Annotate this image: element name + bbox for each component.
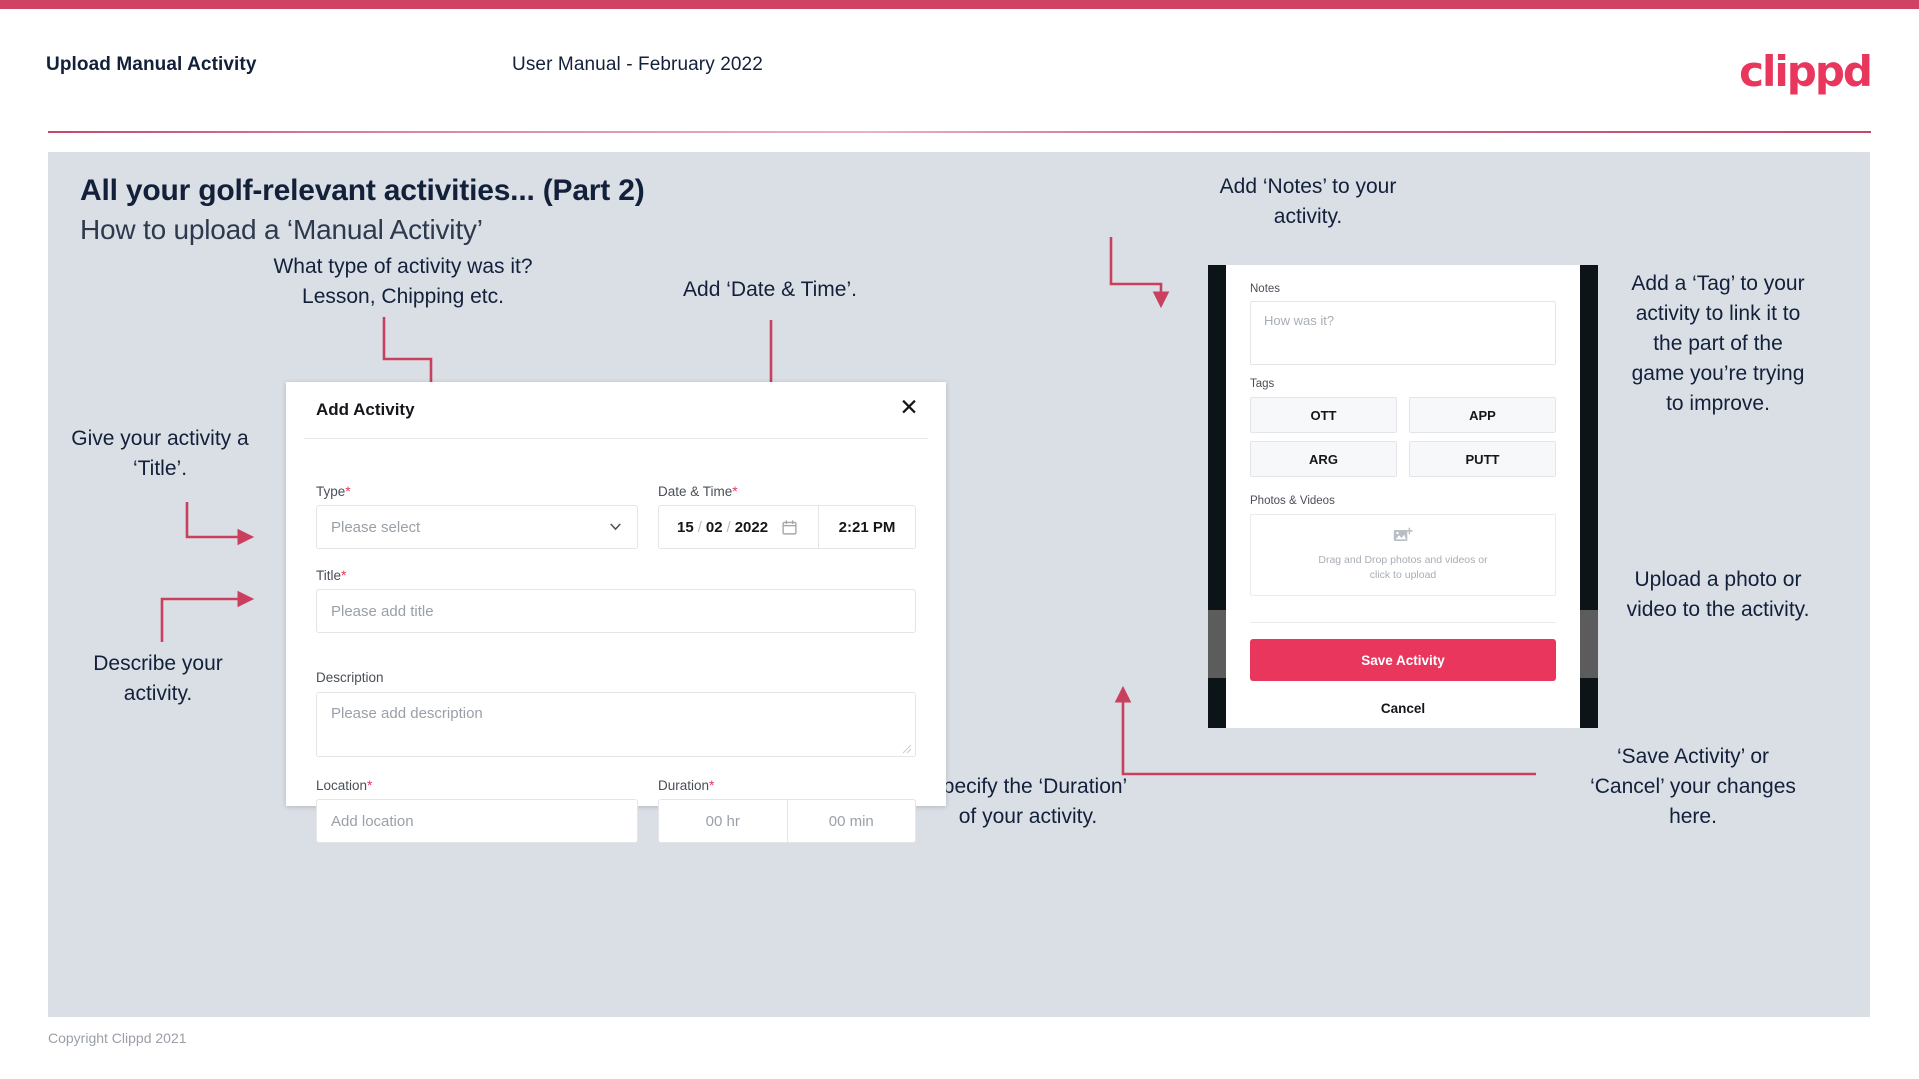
location-placeholder: Add location — [331, 812, 414, 830]
device-frame-right — [1580, 265, 1598, 728]
tag-button-app[interactable]: APP — [1409, 397, 1556, 433]
datetime-label-text: Date & Time — [658, 484, 733, 499]
title-label: Title* — [316, 567, 346, 583]
chevron-down-icon — [610, 523, 621, 531]
annotation-notes: Add ‘Notes’ to your activity. — [1219, 175, 1397, 228]
date-sep-1: / — [697, 518, 702, 536]
time-value: 2:21 PM — [838, 518, 896, 536]
mobile-divider — [1250, 622, 1556, 623]
dialog-title: Add Activity — [316, 400, 415, 419]
slide-canvas: All your golf-relevant activities... (Pa… — [48, 152, 1870, 1017]
dialog-divider — [304, 438, 928, 439]
date-sep-2: / — [726, 518, 731, 536]
duration-minutes-placeholder: 00 min — [828, 812, 874, 830]
duration-required-asterisk: * — [709, 777, 715, 793]
annotation-title: Give your activity a ‘Title’. — [71, 427, 249, 480]
duration-hours-input[interactable]: 00 hr — [659, 800, 787, 842]
location-required-asterisk: * — [367, 777, 373, 793]
location-label-text: Location — [316, 778, 368, 793]
resize-handle-icon[interactable] — [902, 744, 912, 754]
duration-label-text: Duration — [658, 778, 710, 793]
title-label-text: Title — [316, 568, 342, 583]
description-textarea[interactable]: Please add description — [316, 692, 916, 757]
type-select[interactable]: Please select — [316, 505, 638, 549]
annotation-description: Describe your activity. — [93, 652, 223, 705]
mobile-notes-input[interactable]: How was it? — [1250, 301, 1556, 365]
footer-copyright: Copyright Clippd 2021 — [48, 1030, 187, 1046]
title-placeholder: Please add title — [331, 602, 434, 620]
time-input[interactable]: 2:21 PM — [819, 506, 915, 548]
annotation-datetime: Add ‘Date & Time’. — [683, 278, 857, 301]
mobile-dropzone-text: Drag and Drop photos and videos or click… — [1318, 554, 1488, 581]
duration-minutes-input[interactable]: 00 min — [786, 800, 916, 842]
slide-subtitle: How to upload a ‘Manual Activity’ — [80, 214, 483, 245]
type-placeholder: Please select — [331, 518, 421, 536]
date-input[interactable]: 15 / 02 / 2022 — [659, 506, 819, 548]
dialog-header: Add Activity ✕ — [286, 382, 946, 438]
annotation-tags: Add a ‘Tag’ to your activity to link it … — [1631, 272, 1805, 415]
dialog-body: Type* Please select Date & Time* 15 / 02… — [286, 442, 946, 843]
date-day: 15 — [677, 518, 694, 536]
annotation-photos: Upload a photo or video to the activity. — [1626, 568, 1810, 621]
slide-page: Upload Manual Activity User Manual - Feb… — [0, 0, 1919, 1079]
clippd-logo: clippd — [1739, 47, 1873, 96]
mobile-tags-label: Tags — [1250, 378, 1275, 390]
title-required-asterisk: * — [341, 567, 347, 583]
type-required-asterisk: * — [345, 483, 351, 499]
duration-hours-placeholder: 00 hr — [705, 812, 740, 830]
title-input[interactable]: Please add title — [316, 589, 916, 633]
top-accent-bar — [0, 0, 1919, 9]
date-month: 02 — [705, 518, 723, 536]
tag-button-putt[interactable]: PUTT — [1409, 441, 1556, 477]
description-placeholder: Please add description — [331, 705, 483, 722]
slide-title: All your golf-relevant activities... (Pa… — [80, 174, 645, 207]
location-label: Location* — [316, 777, 373, 793]
type-label: Type* — [316, 483, 351, 499]
add-activity-dialog: Add Activity ✕ Type* Please select Date — [286, 382, 946, 843]
close-icon[interactable]: ✕ — [894, 392, 924, 422]
header-title: Upload Manual Activity — [46, 54, 257, 75]
type-label-text: Type — [316, 484, 346, 499]
cancel-button[interactable]: Cancel — [1250, 695, 1556, 721]
duration-label: Duration* — [658, 777, 714, 793]
calendar-icon[interactable] — [782, 519, 797, 535]
duration-group: 00 hr 00 min — [658, 799, 916, 843]
annotation-save: ‘Save Activity’ or ‘Cancel’ your changes… — [1590, 745, 1796, 828]
page-header: Upload Manual Activity User Manual - Feb… — [0, 9, 1919, 133]
date-year: 2022 — [734, 518, 769, 536]
description-label-text: Description — [316, 670, 384, 685]
description-label: Description — [316, 670, 384, 685]
device-frame-right-gray — [1580, 610, 1598, 678]
header-divider — [48, 131, 1871, 133]
add-image-icon — [1393, 527, 1413, 541]
mobile-screen: Notes How was it? Tags OTT APP ARG PUTT … — [1226, 265, 1580, 728]
mobile-dropzone[interactable]: Drag and Drop photos and videos or click… — [1250, 514, 1556, 596]
mobile-notes-label: Notes — [1250, 283, 1281, 295]
tag-button-arg[interactable]: ARG — [1250, 441, 1397, 477]
tag-button-ott[interactable]: OTT — [1250, 397, 1397, 433]
header-subtitle: User Manual - February 2022 — [512, 54, 763, 75]
mobile-notes-placeholder: How was it? — [1264, 313, 1335, 328]
datetime-group: 15 / 02 / 2022 2:21 PM — [658, 505, 916, 549]
save-activity-button[interactable]: Save Activity — [1250, 639, 1556, 681]
device-frame-left — [1208, 265, 1226, 728]
location-input[interactable]: Add location — [316, 799, 638, 843]
annotation-type: What type of activity was it? Lesson, Ch… — [273, 255, 533, 308]
device-frame-left-gray — [1208, 610, 1226, 678]
mobile-photos-label: Photos & Videos — [1250, 495, 1335, 507]
datetime-label: Date & Time* — [658, 483, 738, 499]
datetime-required-asterisk: * — [732, 483, 738, 499]
mobile-device-mockup: Notes How was it? Tags OTT APP ARG PUTT … — [1208, 265, 1598, 728]
